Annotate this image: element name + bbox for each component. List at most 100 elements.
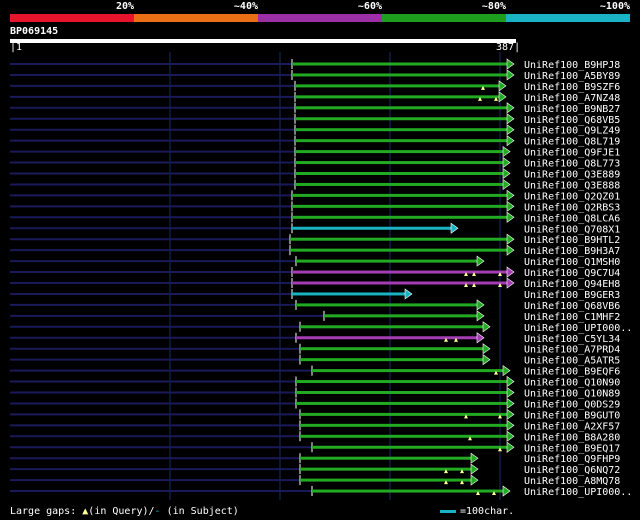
hit-label[interactable]: UniRef100_Q8LCA6 bbox=[524, 213, 620, 224]
hit-arrow-icon bbox=[476, 332, 485, 344]
hit-row[interactable]: UniRef100_Q8LCA6 bbox=[10, 211, 620, 224]
hit-label[interactable]: UniRef100_B8A280 bbox=[524, 432, 620, 443]
hit-label[interactable]: UniRef100_B9H3A7 bbox=[524, 246, 620, 257]
hit-arrow-icon bbox=[506, 419, 515, 431]
hit-label[interactable]: UniRef100_Q94EH8 bbox=[524, 279, 620, 290]
hit-row[interactable]: UniRef100_Q2RBS3 bbox=[10, 200, 620, 213]
hit-label[interactable]: UniRef100_B9SZF6 bbox=[524, 82, 620, 93]
hit-row[interactable]: UniRef100_C5YL34 bbox=[10, 332, 620, 345]
hit-label[interactable]: UniRef100_B9EQF6 bbox=[524, 367, 620, 378]
hit-label[interactable]: UniRef100_Q0DS29 bbox=[524, 399, 620, 410]
hit-arrow-icon bbox=[506, 102, 515, 114]
hit-label[interactable]: UniRef100_Q68VB6 bbox=[524, 301, 620, 312]
hit-arrow-icon bbox=[502, 485, 511, 497]
hit-bar bbox=[296, 380, 508, 384]
hit-row[interactable]: UniRef100_B8A280 bbox=[10, 430, 620, 443]
hit-label[interactable]: UniRef100_B9GER3 bbox=[524, 290, 620, 301]
hit-label[interactable]: UniRef100_Q3E889 bbox=[524, 170, 620, 181]
hit-row[interactable]: UniRef100_A5ATR5 bbox=[10, 354, 620, 367]
hit-row[interactable]: UniRef100_Q68VB6 bbox=[10, 299, 620, 312]
hit-arrow-icon bbox=[506, 69, 515, 81]
hit-row[interactable]: UniRef100_Q68VB5 bbox=[10, 113, 620, 126]
hit-bar bbox=[312, 445, 508, 449]
hit-bar bbox=[300, 358, 484, 362]
hit-label[interactable]: UniRef100_A7PRD4 bbox=[524, 345, 620, 356]
hit-row[interactable]: UniRef100_B9H3A7 bbox=[10, 244, 620, 257]
hit-bar bbox=[295, 161, 504, 165]
hit-row[interactable]: UniRef100_B9SZF6 bbox=[10, 80, 620, 93]
gap-legend-query: (in Query)/ bbox=[88, 506, 155, 517]
hit-label[interactable]: UniRef100_A5ATR5 bbox=[524, 356, 620, 367]
hit-row[interactable]: UniRef100_Q9C7U4 bbox=[10, 266, 620, 279]
hit-label[interactable]: UniRef100_Q9FJE1 bbox=[524, 148, 620, 159]
hit-label[interactable]: UniRef100_B9GUT0 bbox=[524, 410, 620, 421]
hit-arrow-icon bbox=[506, 244, 515, 256]
hit-row[interactable]: UniRef100_Q6NQ72 bbox=[10, 463, 620, 476]
hit-label[interactable]: UniRef100_B9HPJ8 bbox=[524, 60, 620, 71]
hit-row[interactable]: UniRef100_Q10N90 bbox=[10, 375, 620, 389]
hit-row[interactable]: UniRef100_A7PRD4 bbox=[10, 343, 620, 356]
hit-label[interactable]: UniRef100_Q68VB5 bbox=[524, 115, 620, 126]
hit-arrow-icon bbox=[506, 386, 515, 399]
hit-row[interactable]: UniRef100_Q2QZ01 bbox=[10, 189, 620, 202]
hit-row[interactable]: UniRef100_B9HTL2 bbox=[10, 233, 620, 246]
hit-row[interactable]: UniRef100_B9HPJ8 bbox=[10, 58, 620, 71]
hit-label[interactable]: UniRef100_B9EQ17 bbox=[524, 443, 620, 454]
hit-bar bbox=[296, 259, 478, 263]
hit-row[interactable]: UniRef100_Q10N89 bbox=[10, 386, 620, 400]
hit-row[interactable]: UniRef100_A8MQ78 bbox=[10, 474, 620, 487]
hit-label[interactable]: UniRef100_Q9LZ49 bbox=[524, 126, 620, 137]
hit-row[interactable]: UniRef100_Q8L719 bbox=[10, 135, 620, 148]
hit-label[interactable]: UniRef100_Q8L719 bbox=[524, 137, 620, 148]
hit-label[interactable]: UniRef100_Q708X1 bbox=[524, 224, 620, 235]
hit-row[interactable]: UniRef100_B9GUT0 bbox=[10, 408, 620, 421]
hit-label[interactable]: UniRef100_Q2RBS3 bbox=[524, 202, 620, 213]
hit-label[interactable]: UniRef100_Q10N89 bbox=[524, 389, 620, 400]
hit-label[interactable]: UniRef100_Q6NQ72 bbox=[524, 465, 620, 476]
hit-label[interactable]: UniRef100_Q9C7U4 bbox=[524, 268, 620, 279]
hit-row[interactable]: UniRef100_Q3E889 bbox=[10, 167, 620, 181]
hit-row[interactable]: UniRef100_Q3E888 bbox=[10, 178, 620, 191]
hit-bar bbox=[300, 325, 484, 329]
hit-row[interactable]: UniRef100_B9NB27 bbox=[10, 102, 620, 115]
hit-row[interactable]: UniRef100_A5BY89 bbox=[10, 69, 620, 82]
hit-bar bbox=[296, 401, 508, 405]
hit-row[interactable]: UniRef100_Q9FHP9 bbox=[10, 452, 620, 465]
hit-label[interactable]: UniRef100_C1MHF2 bbox=[524, 312, 620, 323]
hit-row[interactable]: UniRef100_Q708X1 bbox=[10, 222, 620, 235]
hit-label[interactable]: UniRef100_UPI000.. bbox=[524, 487, 632, 498]
hit-label[interactable]: UniRef100_UPI000.. bbox=[524, 323, 632, 334]
hit-arrow-icon bbox=[498, 80, 507, 92]
hit-row[interactable]: UniRef100_Q9FJE1 bbox=[10, 146, 620, 159]
hit-row[interactable]: UniRef100_Q94EH8 bbox=[10, 277, 620, 290]
hit-label[interactable]: UniRef100_Q9FHP9 bbox=[524, 454, 620, 465]
hit-row[interactable]: UniRef100_Q8L773 bbox=[10, 156, 620, 170]
hit-label[interactable]: UniRef100_Q10N90 bbox=[524, 378, 620, 389]
hit-label[interactable]: UniRef100_Q1MSH0 bbox=[524, 257, 620, 268]
hit-row[interactable]: UniRef100_Q9LZ49 bbox=[10, 124, 620, 137]
hit-row[interactable]: UniRef100_B9EQ17 bbox=[10, 441, 620, 454]
hit-label[interactable]: UniRef100_B9HTL2 bbox=[524, 235, 620, 246]
hit-arrow-icon bbox=[506, 430, 515, 442]
hit-bar bbox=[296, 336, 478, 340]
hit-row[interactable]: UniRef100_B9GER3 bbox=[10, 288, 620, 301]
hit-row[interactable]: UniRef100_Q1MSH0 bbox=[10, 255, 620, 268]
hit-row[interactable]: UniRef100_UPI000.. bbox=[10, 485, 632, 498]
hit-row[interactable]: UniRef100_C1MHF2 bbox=[10, 310, 620, 323]
hit-label[interactable]: UniRef100_C5YL34 bbox=[524, 334, 620, 345]
hit-row[interactable]: UniRef100_Q0DS29 bbox=[10, 397, 620, 410]
hit-row[interactable]: UniRef100_B9EQF6 bbox=[10, 365, 620, 378]
hit-row[interactable]: UniRef100_UPI000.. bbox=[10, 321, 632, 334]
hit-label[interactable]: UniRef100_A5BY89 bbox=[524, 71, 620, 82]
hit-bar bbox=[295, 128, 508, 132]
hit-arrow-icon bbox=[506, 211, 515, 223]
hit-label[interactable]: UniRef100_Q3E888 bbox=[524, 180, 620, 191]
hit-label[interactable]: UniRef100_A2XF57 bbox=[524, 421, 620, 432]
hit-label[interactable]: UniRef100_A7NZ48 bbox=[524, 93, 620, 104]
hit-label[interactable]: UniRef100_A8MQ78 bbox=[524, 476, 620, 487]
hit-label[interactable]: UniRef100_Q2QZ01 bbox=[524, 191, 620, 202]
hit-label[interactable]: UniRef100_Q8L773 bbox=[524, 159, 620, 170]
hit-row[interactable]: UniRef100_A2XF57 bbox=[10, 419, 620, 432]
hit-label[interactable]: UniRef100_B9NB27 bbox=[524, 104, 620, 115]
hit-row[interactable]: UniRef100_A7NZ48 bbox=[10, 91, 620, 104]
